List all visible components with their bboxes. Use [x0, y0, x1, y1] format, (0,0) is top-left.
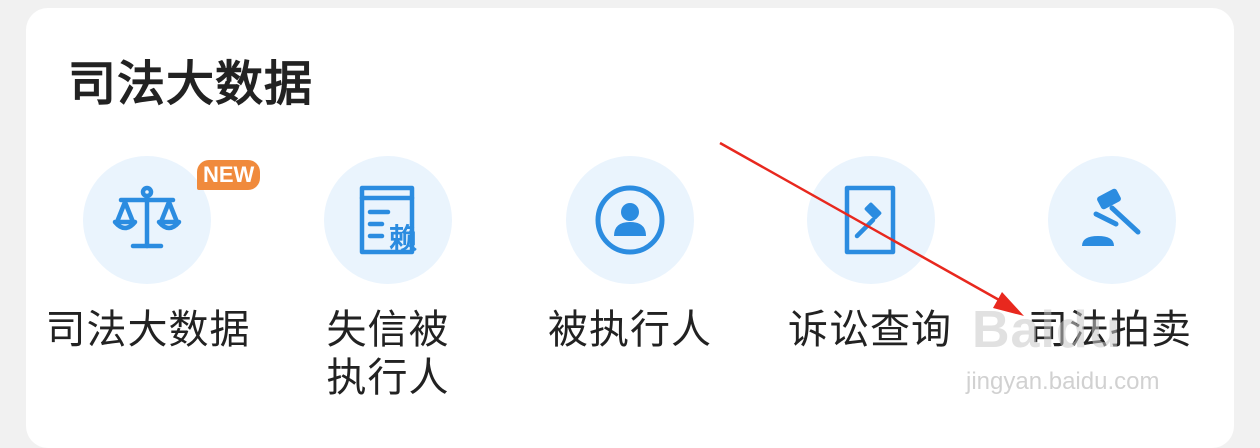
item-label: 司法拍卖 [1028, 307, 1192, 353]
gavel-icon [1082, 188, 1141, 246]
item-label: 被执行人 [548, 307, 712, 353]
grid-item-judicial-auction[interactable]: 司法拍卖 [990, 0, 1230, 431]
icon-circle: 赖 [324, 156, 452, 284]
grid-item-lawsuit-search[interactable]: 诉讼查询 [750, 0, 990, 431]
icon-circle [807, 156, 935, 284]
grid-item-person-subject-to-enforcement[interactable]: 被执行人 [510, 0, 750, 431]
icon-circle [83, 156, 211, 284]
item-label: 失信被执行人 [326, 307, 450, 401]
item-label: 诉讼查询 [788, 307, 952, 353]
icon-circle [566, 156, 694, 284]
new-badge: NEW [197, 160, 261, 190]
grid-item-judicial-big-data[interactable]: NEW 司法大数据 [26, 0, 266, 431]
scales-icon [112, 185, 182, 249]
lawsuit-document-icon [844, 185, 896, 255]
blacklist-document-icon: 赖 [359, 185, 417, 255]
grid-item-dishonest-debtor[interactable]: 赖 失信被执行人 [268, 0, 508, 431]
blacklist-glyph: 赖 [389, 222, 417, 255]
person-circle-icon [595, 185, 665, 255]
item-label: 司法大数据 [45, 307, 251, 353]
icon-circle [1048, 156, 1176, 284]
